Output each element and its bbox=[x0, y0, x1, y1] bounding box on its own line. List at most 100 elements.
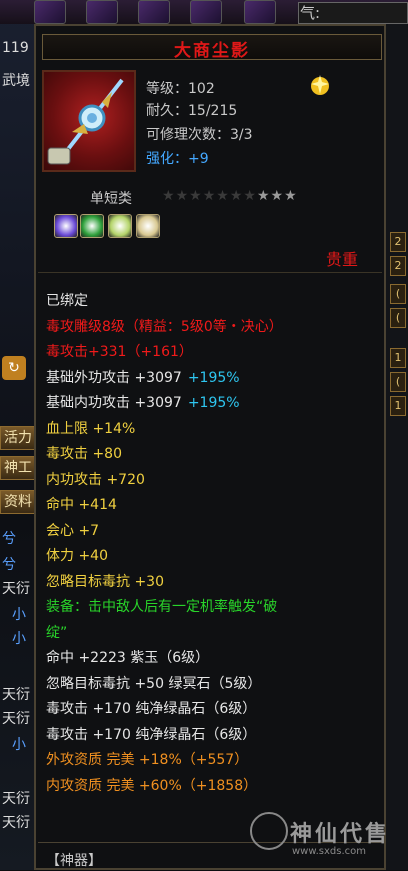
star-icon: ★ bbox=[175, 188, 190, 204]
skill-icon[interactable] bbox=[244, 0, 276, 24]
green-gem-icon bbox=[80, 214, 104, 238]
attribute-text: 毒攻雕级8级（精益：5级0等・决心） bbox=[46, 318, 283, 335]
attribute-line: 命中 +2223 紫玉（6级） bbox=[46, 647, 209, 667]
attribute-text: 命中 +2223 紫玉（6级） bbox=[46, 650, 210, 666]
attribute-text: 装备：击中敌人后有一定机率触发“破 bbox=[46, 599, 278, 615]
attribute-line: 体力 +40 bbox=[46, 545, 108, 565]
attribute-text: 基础内功攻击 +3097 bbox=[46, 395, 182, 411]
attribute-line: 忽略目标毒抗 +30 bbox=[46, 571, 164, 591]
watermark-url: www.sxds.com bbox=[292, 846, 367, 857]
attribute-line: 毒攻击 +80 bbox=[46, 443, 122, 463]
right-side-panel bbox=[386, 0, 408, 870]
attribute-line: 毒攻击 +170 纯净绿晶石（6级） bbox=[46, 698, 256, 718]
star-icon: ★ bbox=[284, 188, 298, 204]
left-row: 小 bbox=[12, 737, 26, 753]
item-name: 大商尘影 bbox=[174, 41, 250, 61]
top-skill-bar: 气: bbox=[0, 0, 408, 24]
attribute-text: 内攻资质 完美 +60%（+1858） bbox=[46, 777, 258, 794]
attribute-line: 毒攻击+331（+161） bbox=[46, 341, 193, 361]
level-partial: 119 bbox=[2, 40, 29, 56]
item-level: 等级：102 bbox=[146, 81, 215, 97]
attribute-text: 基础外功攻击 +3097 bbox=[46, 369, 182, 386]
left-row: 天衍 bbox=[2, 711, 30, 727]
item-durability: 耐久：15/215 bbox=[146, 103, 238, 119]
divider bbox=[38, 272, 382, 273]
side-button[interactable]: ( bbox=[390, 308, 406, 328]
skill-icon[interactable] bbox=[86, 0, 118, 24]
attribute-text: 内功攻击 +720 bbox=[46, 471, 145, 488]
attribute-text: 毒攻击+331（+161） bbox=[46, 344, 193, 360]
left-row: 天衍 bbox=[2, 791, 30, 807]
side-button[interactable]: 1 bbox=[390, 396, 406, 416]
purple-gem-icon bbox=[54, 214, 78, 238]
green-gem-icon bbox=[108, 214, 132, 238]
attribute-line: 已绑定 bbox=[46, 290, 88, 310]
attribute-line: 内功攻击 +720 bbox=[46, 469, 145, 489]
attribute-line: 忽略目标毒抗 +50 绿冥石（5级） bbox=[46, 673, 261, 693]
item-title-bar: 大商尘影 bbox=[42, 34, 382, 61]
attribute-text: 忽略目标毒抗 +50 绿冥石（5级） bbox=[46, 675, 262, 692]
item-repair-count: 可修理次数：3/3 bbox=[146, 127, 253, 143]
sparkle-icon bbox=[311, 75, 329, 95]
attribute-text: 毒攻击 +170 纯净绿晶石（6级） bbox=[46, 701, 257, 717]
attribute-line: 毒攻雕级8级（精益：5级0等・决心） bbox=[46, 316, 283, 336]
tab-shengong[interactable]: 神工 bbox=[0, 456, 36, 480]
item-enhance: 强化：+9 bbox=[146, 151, 209, 167]
valuable-label: 贵重 bbox=[326, 250, 359, 269]
attribute-line: 绽” bbox=[46, 622, 67, 642]
attribute-line: 外攻资质 完美 +18%（+557） bbox=[46, 749, 248, 769]
skill-icon[interactable] bbox=[34, 0, 66, 24]
star-icon: ★ bbox=[256, 188, 271, 204]
left-row: 兮 bbox=[2, 557, 16, 573]
attribute-text: 绽” bbox=[46, 624, 68, 641]
star-icon: ★ bbox=[243, 188, 257, 204]
side-button[interactable]: 2 bbox=[390, 232, 406, 252]
star-icon: ★ bbox=[162, 188, 176, 204]
watermark-text: 神仙代售 bbox=[290, 822, 391, 847]
attribute-line: 血上限 +14% bbox=[46, 418, 135, 438]
attribute-line: 基础内功攻击 +3097 +195% bbox=[46, 392, 240, 412]
attribute-line: 内攻资质 完美 +60%（+1858） bbox=[46, 775, 257, 795]
attribute-line: 基础外功攻击 +3097 +195% bbox=[46, 367, 240, 387]
attribute-text: 外攻资质 完美 +18%（+557） bbox=[46, 752, 249, 768]
attribute-line: 毒攻击 +170 纯净绿晶石（6级） bbox=[46, 724, 256, 744]
attribute-text: 血上限 +14% bbox=[46, 420, 136, 437]
star-icon: ★ bbox=[270, 188, 285, 204]
return-icon[interactable]: ↻ bbox=[2, 356, 26, 380]
side-button[interactable]: ( bbox=[390, 284, 406, 304]
side-button[interactable]: 1 bbox=[390, 348, 406, 368]
shenqi-label: 【神器】 bbox=[46, 853, 102, 869]
skill-icon[interactable] bbox=[190, 0, 222, 24]
realm-label: 武境 bbox=[2, 73, 30, 89]
watermark-logo-icon bbox=[250, 812, 288, 850]
star-icon: ★ bbox=[189, 188, 203, 204]
attribute-bonus: +195% bbox=[187, 395, 240, 411]
skill-icon[interactable] bbox=[138, 0, 170, 24]
attribute-text: 毒攻击 +80 bbox=[46, 446, 122, 462]
attribute-text: 命中 +414 bbox=[46, 497, 117, 513]
star-icon: ★ bbox=[202, 188, 217, 204]
attribute-text: 会心 +7 bbox=[46, 522, 100, 539]
attribute-text: 毒攻击 +170 纯净绿晶石（6级） bbox=[46, 726, 257, 743]
star-icon: ★ bbox=[229, 188, 244, 204]
side-button[interactable]: ( bbox=[390, 372, 406, 392]
left-row: 小 bbox=[12, 607, 26, 623]
weapon-icon bbox=[42, 70, 136, 172]
weapon-art bbox=[47, 78, 124, 165]
attribute-text: 忽略目标毒抗 +30 bbox=[46, 573, 164, 590]
star-icon: ★ bbox=[216, 188, 230, 204]
star-rating: ★★★★★★★★★★ bbox=[162, 188, 298, 204]
left-row: 小 bbox=[12, 631, 26, 647]
attribute-line: 命中 +414 bbox=[46, 494, 117, 514]
side-button[interactable]: 2 bbox=[390, 256, 406, 276]
attribute-line: 装备：击中敌人后有一定机率触发“破 bbox=[46, 596, 277, 616]
attribute-text: 已绑定 bbox=[46, 293, 88, 309]
tab-huoli[interactable]: 活力 bbox=[0, 426, 36, 450]
left-row: 天衍 bbox=[2, 581, 30, 597]
left-row: 天衍 bbox=[2, 815, 30, 831]
attribute-line: 会心 +7 bbox=[46, 520, 99, 540]
left-row: 兮 bbox=[2, 531, 16, 547]
tab-ziliao[interactable]: 资料 bbox=[0, 490, 36, 514]
green-gem-icon bbox=[136, 214, 160, 238]
left-row: 天衍 bbox=[2, 687, 30, 703]
